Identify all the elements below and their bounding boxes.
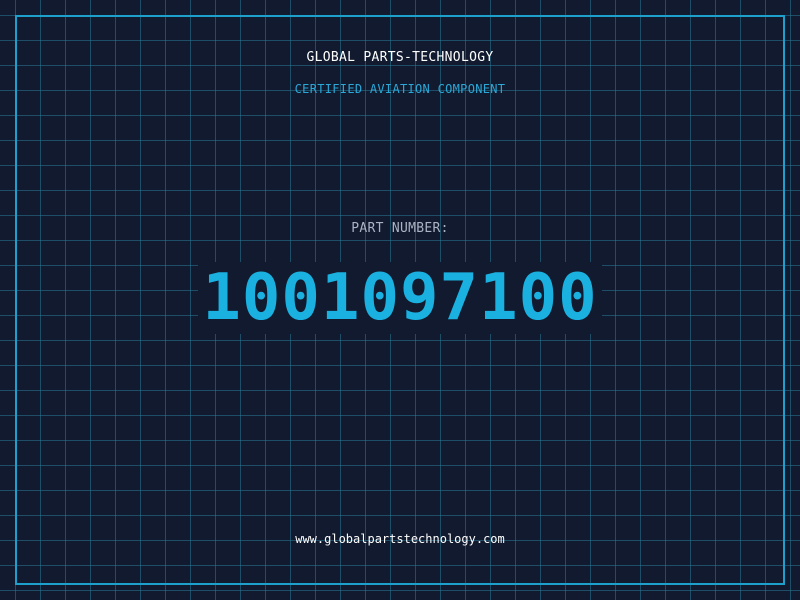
company-name: GLOBAL PARTS-TECHNOLOGY: [306, 50, 494, 65]
part-number-label: PART NUMBER:: [351, 221, 449, 236]
website-url: www.globalpartstechnology.com: [295, 532, 505, 546]
part-number-container: 1001097100: [0, 262, 800, 334]
part-label-card: GLOBAL PARTS-TECHNOLOGY CERTIFIED AVIATI…: [0, 0, 800, 600]
certification-tagline: CERTIFIED AVIATION COMPONENT: [294, 82, 506, 96]
part-number-value: 1001097100: [198, 262, 602, 334]
